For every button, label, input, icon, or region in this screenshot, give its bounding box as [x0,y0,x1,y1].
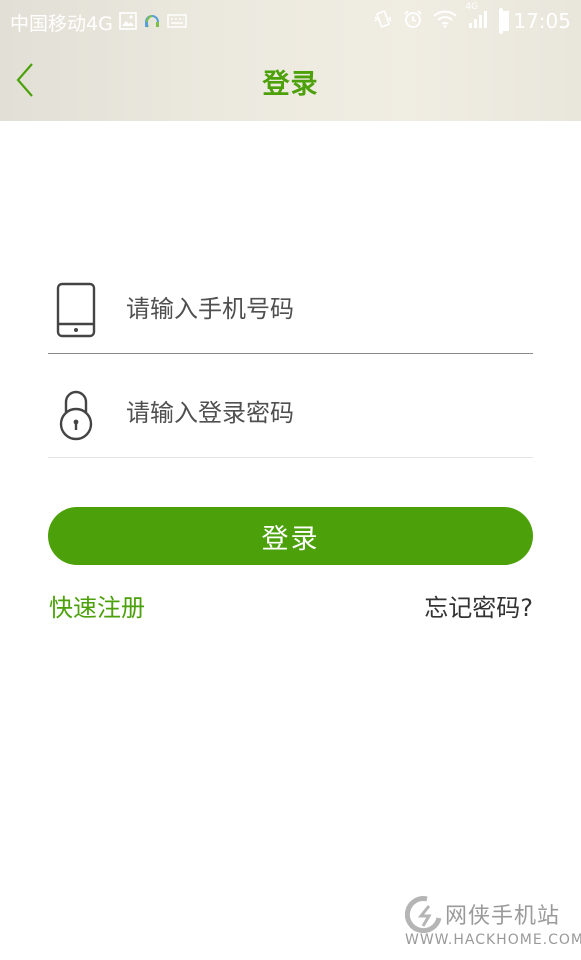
alarm-icon [403,9,423,33]
keyboard-icon [167,13,187,32]
forgot-password-link[interactable]: 忘记密码? [424,588,533,623]
lock-icon [56,386,96,446]
wifi-icon [433,10,458,32]
status-right: 4G 17:05 [373,3,571,34]
vibrate-icon [373,9,393,33]
watermark-logo-icon [405,896,442,934]
network-type-label: 4G [465,2,479,12]
cell-signal-icon: 4G [465,3,489,33]
carrier-label: 中国移动4G [10,13,113,35]
phone-field-underline [48,353,533,354]
page-title: 登录 [262,69,319,100]
register-link[interactable]: 快速注册 [49,588,145,623]
watermark-name: 网侠手机站 [445,904,561,929]
clock: 17:05 [513,9,571,33]
app-header: 中国移动4G 4G 17:05 登录 [0,0,581,121]
watermark-url: WWW.HACKHOME.COM [405,932,581,948]
status-bar: 中国移动4G 4G 17:05 [0,0,581,42]
status-left: 中国移动4G [10,9,187,36]
phone-field-row [48,272,533,342]
password-input[interactable] [124,394,528,432]
password-field-row [48,376,533,446]
mobile-phone-icon [56,282,96,342]
headset-icon [143,11,161,35]
image-icon [119,11,137,34]
phone-input[interactable] [124,290,528,328]
login-button[interactable]: 登录 [48,507,533,565]
password-field-underline [48,457,533,458]
battery-icon [499,7,510,34]
watermark: 网侠手机站 WWW.HACKHOME.COM [405,896,581,954]
